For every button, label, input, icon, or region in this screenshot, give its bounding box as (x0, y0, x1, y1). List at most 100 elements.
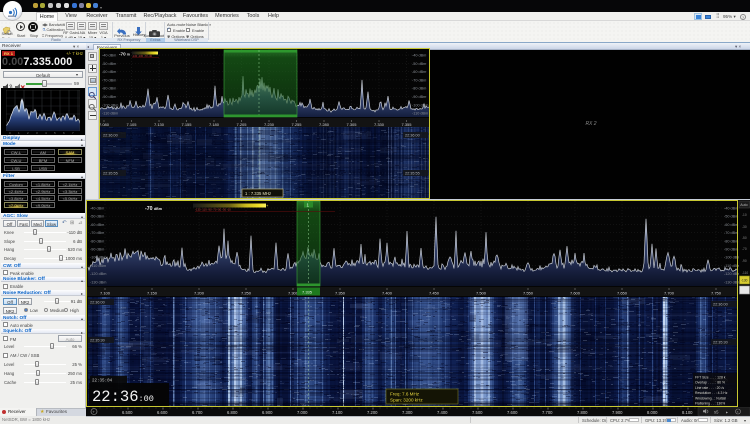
svg-text:-70 m: -70 m (119, 52, 130, 57)
svg-text:7.305: 7.305 (347, 122, 358, 127)
svg-text:8.000: 8.000 (647, 410, 658, 415)
svg-text:7.600: 7.600 (507, 410, 518, 415)
svg-text:7.400: 7.400 (437, 410, 448, 415)
svg-text:6.500: 6.500 (122, 410, 133, 415)
svg-text:Freq: 7.6 MHz: Freq: 7.6 MHz (390, 392, 420, 397)
svg-text:-130 dBm: -130 dBm (90, 280, 106, 284)
svg-text:7.180: 7.180 (209, 122, 220, 127)
svg-text:-80 dBm: -80 dBm (90, 239, 104, 243)
svg-text:-130 -110 -90 -70 -50 -30: -130 -110 -90 -70 -50 -30 -10 (195, 208, 231, 212)
svg-text:-40 dBm: -40 dBm (412, 54, 426, 58)
svg-text:7.550: 7.550 (523, 291, 534, 296)
svg-text:Overlap . . . . : 86 %: Overlap . . . . : 86 % (695, 381, 725, 385)
svg-text:7.230: 7.230 (264, 122, 275, 127)
svg-text:7.500: 7.500 (476, 291, 487, 296)
svg-text:-40 dBm: -40 dBm (102, 54, 116, 58)
svg-text:-60 dBm: -60 dBm (412, 70, 426, 74)
svg-text:7.500: 7.500 (472, 410, 483, 415)
svg-text:-70 dBm: -70 dBm (724, 231, 738, 235)
svg-text:-90 dBm: -90 dBm (90, 248, 104, 252)
svg-text:-70: -70 (742, 247, 747, 251)
svg-text:22:35:55: 22:35:55 (405, 172, 420, 176)
svg-text:-110 dBm: -110 dBm (90, 264, 106, 268)
svg-text:-90: -90 (742, 259, 747, 263)
svg-text:-60 dBm: -60 dBm (90, 223, 104, 227)
svg-text:-70 dBm: -70 dBm (102, 78, 116, 82)
svg-text:Flattening . . : 130%: Flattening . . : 130% (695, 402, 725, 406)
svg-text:22:35:30: 22:35:30 (90, 339, 105, 343)
svg-text:-50 dBm: -50 dBm (724, 215, 738, 219)
svg-text:-80 dBm: -80 dBm (102, 87, 116, 91)
svg-text:7.280: 7.280 (319, 122, 330, 127)
svg-text:6.900: 6.900 (262, 410, 273, 415)
svg-text:-60 dBm: -60 dBm (724, 223, 738, 227)
svg-text:6.700: 6.700 (192, 410, 203, 415)
svg-text:-60 dBm: -60 dBm (102, 70, 116, 74)
svg-text:-70 dBm: -70 dBm (90, 231, 104, 235)
svg-text:Span: 3200 kHz: Span: 3200 kHz (390, 398, 423, 403)
svg-text:22:36:00: 22:36:00 (713, 303, 728, 307)
svg-text:6.600: 6.600 (157, 410, 168, 415)
svg-text:7.700: 7.700 (542, 410, 553, 415)
svg-text:×: × (737, 410, 739, 414)
svg-text:6.800: 6.800 (227, 410, 238, 415)
svg-text:-110 dBm: -110 dBm (412, 112, 428, 116)
svg-text:7.335: 7.335 (302, 290, 313, 295)
svg-text:-80 dBm: -80 dBm (724, 239, 738, 243)
svg-text:7.100: 7.100 (100, 291, 111, 296)
svg-text:FFT Size . . . : 128 k: FFT Size . . . : 128 k (695, 376, 726, 380)
svg-text:-40 dBm: -40 dBm (724, 207, 738, 211)
svg-text:7.400: 7.400 (382, 291, 393, 296)
svg-text:-30: -30 (742, 225, 747, 229)
svg-text:7.080: 7.080 (99, 122, 110, 127)
svg-text:-120 dBm: -120 dBm (90, 272, 106, 276)
svg-text:7.900: 7.900 (612, 410, 623, 415)
svg-text:-70 dBm: -70 dBm (412, 78, 426, 82)
svg-text:-110 dBm: -110 dBm (102, 112, 118, 116)
svg-text:-50 dBm: -50 dBm (102, 62, 116, 66)
svg-text:-90 dBm: -90 dBm (102, 95, 116, 99)
svg-text:7.450: 7.450 (429, 291, 440, 296)
svg-text:7.650: 7.650 (617, 291, 628, 296)
svg-text:-50: -50 (742, 236, 747, 240)
svg-text:7.330: 7.330 (374, 122, 385, 127)
svg-text:-130 -100 -70 -40: -130 -100 -70 -40 (132, 54, 153, 58)
svg-text:7.200: 7.200 (194, 291, 205, 296)
svg-text:7.000: 7.000 (297, 410, 308, 415)
svg-text:7.155: 7.155 (182, 122, 193, 127)
svg-text:Line rate . . . : 20 /s: Line rate . . . : 20 /s (695, 386, 724, 390)
svg-text:-90 dBm: -90 dBm (724, 248, 738, 252)
svg-text:22:35:30: 22:35:30 (713, 341, 728, 345)
svg-text:7.355: 7.355 (402, 122, 413, 127)
svg-text:7.300: 7.300 (402, 410, 413, 415)
svg-text:+: + (92, 409, 95, 414)
svg-text:s5: s5 (714, 410, 719, 415)
svg-text:7.800: 7.800 (577, 410, 588, 415)
svg-text:7.130: 7.130 (154, 122, 165, 127)
svg-text:-100 dBm: -100 dBm (412, 103, 428, 107)
svg-text:1 : 7.335 MHz: 1 : 7.335 MHz (245, 191, 271, 196)
svg-text:-100 dBm: -100 dBm (102, 103, 118, 107)
svg-text:-130: -130 (741, 279, 748, 283)
svg-text:22:35:04: 22:35:04 (92, 380, 113, 384)
svg-text:22:36:00: 22:36:00 (90, 301, 105, 305)
svg-text:22:36:00: 22:36:00 (103, 134, 118, 138)
svg-text:Auto: Auto (740, 203, 747, 207)
svg-text:-90 dBm: -90 dBm (412, 95, 426, 99)
svg-text:-80 dBm: -80 dBm (412, 87, 426, 91)
svg-text:22:35:55: 22:35:55 (103, 172, 118, 176)
svg-text:7.105: 7.105 (127, 122, 138, 127)
svg-text:-50 dBm: -50 dBm (90, 215, 104, 219)
svg-text:-110: -110 (742, 271, 748, 275)
svg-text:-10: -10 (742, 213, 747, 217)
svg-text:7.255: 7.255 (292, 122, 303, 127)
svg-text:7.205: 7.205 (237, 122, 248, 127)
svg-text:7.700: 7.700 (664, 291, 675, 296)
svg-text:-40 dBm: -40 dBm (90, 207, 104, 211)
svg-text:▸: ▸ (726, 410, 728, 415)
svg-text:22:36:00: 22:36:00 (405, 134, 420, 138)
svg-text:Resolution . . : 4.3 Hz: Resolution . . : 4.3 Hz (695, 391, 728, 395)
svg-text:7.750: 7.750 (711, 291, 722, 296)
svg-text:Windowing . : Nuttall: Windowing . : Nuttall (695, 396, 726, 400)
svg-text:7.100: 7.100 (332, 410, 343, 415)
